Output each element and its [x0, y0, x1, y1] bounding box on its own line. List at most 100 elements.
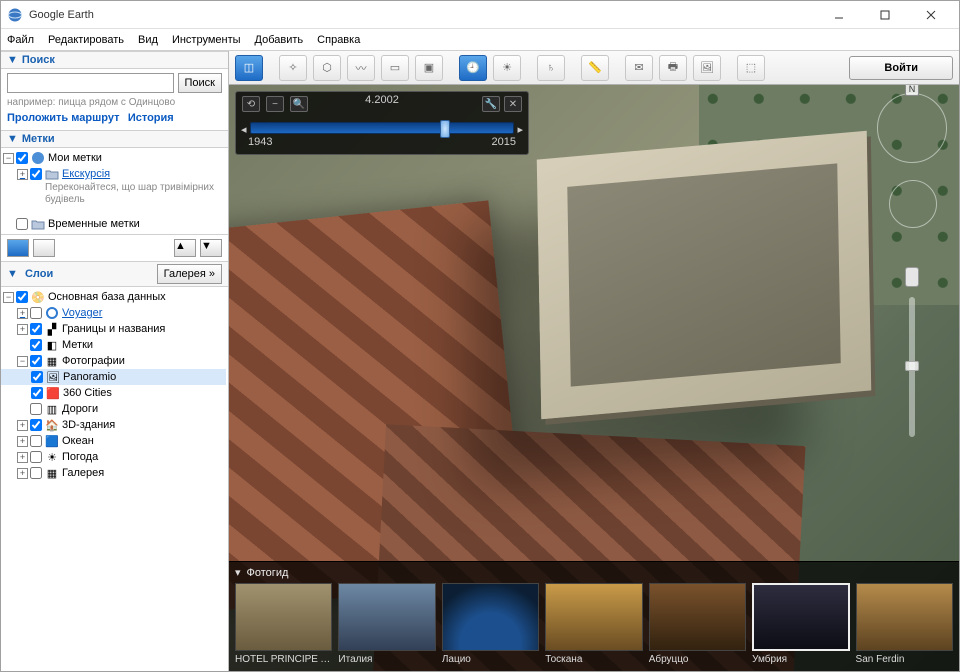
time-back-icon[interactable]: ⟲	[242, 96, 260, 112]
layer-placemarks[interactable]: Метки	[62, 339, 93, 351]
layer-voyager[interactable]: Voyager	[62, 307, 102, 319]
get-directions-link[interactable]: Проложить маршрут	[7, 112, 119, 124]
close-icon[interactable]: ✕	[504, 96, 522, 112]
photo-thumb[interactable]: San Ferdin	[856, 583, 953, 665]
checkbox-360cities[interactable]	[31, 387, 43, 399]
expand-icon[interactable]: +	[17, 324, 28, 335]
email-button[interactable]: ✉	[625, 55, 653, 81]
menu-add[interactable]: Добавить	[255, 34, 304, 46]
checkbox-my-places[interactable]	[16, 152, 28, 164]
expand-icon[interactable]: −	[17, 356, 28, 367]
step-forward-icon[interactable]: ▸	[517, 123, 523, 136]
add-image-overlay-button[interactable]: ▭	[381, 55, 409, 81]
checkbox-temporary[interactable]	[16, 218, 28, 230]
history-link[interactable]: История	[128, 112, 174, 124]
zoom-slider[interactable]	[909, 297, 915, 437]
checkbox-excursion[interactable]	[30, 168, 42, 180]
layer-weather[interactable]: Погода	[62, 451, 98, 463]
checkbox-ocean[interactable]	[30, 435, 42, 447]
map-viewport[interactable]: ⟲ − 🔍 4.2002 🔧 ✕ ◂ ▸	[229, 85, 959, 671]
menu-edit[interactable]: Редактировать	[48, 34, 124, 46]
search-panel-header[interactable]: ▼ Поиск	[1, 51, 228, 69]
sign-in-button[interactable]: Войти	[849, 56, 953, 80]
maximize-button[interactable]	[863, 5, 907, 25]
checkbox-weather[interactable]	[30, 451, 42, 463]
layer-ocean[interactable]: Океан	[62, 435, 94, 447]
time-slider[interactable]: ⟲ − 🔍 4.2002 🔧 ✕ ◂ ▸	[235, 91, 529, 155]
settings-icon[interactable]: 🔧	[482, 96, 500, 112]
pegman-icon[interactable]	[905, 267, 919, 287]
checkbox-photos[interactable]	[30, 355, 42, 367]
menu-tools[interactable]: Инструменты	[172, 34, 241, 46]
print-button[interactable]: 🖶	[659, 55, 687, 81]
checkbox-panoramio[interactable]	[31, 371, 43, 383]
look-joystick[interactable]	[889, 180, 937, 228]
play-tour-button[interactable]	[33, 239, 55, 257]
expand-icon[interactable]: +	[17, 420, 28, 431]
sunlight-button[interactable]: ☀	[493, 55, 521, 81]
add-polygon-button[interactable]: ⬡	[313, 55, 341, 81]
historical-imagery-button[interactable]: 🕘	[459, 55, 487, 81]
compass-north-label[interactable]: N	[905, 85, 919, 96]
places-temporary[interactable]: Временные метки	[48, 218, 140, 230]
save-image-button[interactable]: 🖼	[693, 55, 721, 81]
collapse-icon[interactable]: ▾	[235, 566, 241, 579]
layer-photos[interactable]: Фотографии	[62, 355, 125, 367]
expand-icon[interactable]: +	[17, 308, 28, 319]
move-down-button[interactable]: ▼	[200, 239, 222, 257]
photo-thumb[interactable]: HOTEL PRINCIPE A...	[235, 583, 332, 665]
minimize-button[interactable]	[817, 5, 861, 25]
time-handle[interactable]	[440, 120, 450, 138]
add-placemark-button[interactable]: ✧	[279, 55, 307, 81]
layer-360cities[interactable]: 360 Cities	[63, 387, 112, 399]
search-input[interactable]	[7, 73, 174, 93]
checkbox-gallery[interactable]	[30, 467, 42, 479]
gallery-button[interactable]: Галерея »	[157, 264, 222, 284]
view-in-maps-button[interactable]: ⬚	[737, 55, 765, 81]
step-back-icon[interactable]: ◂	[241, 123, 247, 136]
checkbox-placemarks-layer[interactable]	[30, 339, 42, 351]
expand-icon[interactable]: +	[17, 436, 28, 447]
places-my-places[interactable]: Мои метки	[48, 152, 102, 164]
layer-borders[interactable]: Границы и названия	[62, 323, 165, 335]
layer-gallery[interactable]: Галерея	[62, 467, 104, 479]
add-path-button[interactable]: 〰	[347, 55, 375, 81]
menu-help[interactable]: Справка	[317, 34, 360, 46]
find-button[interactable]	[7, 239, 29, 257]
layer-primary-db[interactable]: Основная база данных	[48, 291, 166, 303]
expand-icon[interactable]: +	[17, 169, 28, 180]
layer-roads[interactable]: Дороги	[62, 403, 98, 415]
photo-thumb[interactable]: Лацио	[442, 583, 539, 665]
planet-button[interactable]: ♄	[537, 55, 565, 81]
zoom-in-icon[interactable]: 🔍	[290, 96, 308, 112]
compass-control[interactable]: N	[877, 93, 947, 163]
close-button[interactable]	[909, 5, 953, 25]
photo-thumb[interactable]: Италия	[338, 583, 435, 665]
menu-file[interactable]: Файл	[7, 34, 34, 46]
expand-icon[interactable]: +	[17, 452, 28, 463]
expand-icon[interactable]: +	[17, 468, 28, 479]
photo-thumb[interactable]: Абруццо	[649, 583, 746, 665]
move-up-button[interactable]: ▲	[174, 239, 196, 257]
zoom-handle[interactable]	[905, 361, 919, 371]
layer-3d-buildings[interactable]: 3D-здания	[62, 419, 115, 431]
layer-panoramio[interactable]: Panoramio	[63, 371, 116, 383]
search-button[interactable]: Поиск	[178, 73, 222, 93]
checkbox-voyager[interactable]	[30, 307, 42, 319]
ruler-button[interactable]: 📏	[581, 55, 609, 81]
expand-icon[interactable]: −	[3, 153, 14, 164]
places-excursion[interactable]: Екскурсія	[62, 168, 110, 180]
layers-panel-header[interactable]: ▼ Слои Галерея »	[1, 261, 228, 287]
toggle-sidebar-button[interactable]: ◫	[235, 55, 263, 81]
checkbox-roads[interactable]	[30, 403, 42, 415]
expand-icon[interactable]: −	[3, 292, 14, 303]
places-panel-header[interactable]: ▼ Метки	[1, 130, 228, 148]
photo-thumb[interactable]: Тоскана	[545, 583, 642, 665]
checkbox-borders[interactable]	[30, 323, 42, 335]
photo-thumb[interactable]: Умбрия	[752, 583, 849, 665]
zoom-out-icon[interactable]: −	[266, 96, 284, 112]
time-track[interactable]: ◂ ▸	[250, 122, 514, 134]
menu-view[interactable]: Вид	[138, 34, 158, 46]
checkbox-3d-buildings[interactable]	[30, 419, 42, 431]
checkbox-primary-db[interactable]	[16, 291, 28, 303]
